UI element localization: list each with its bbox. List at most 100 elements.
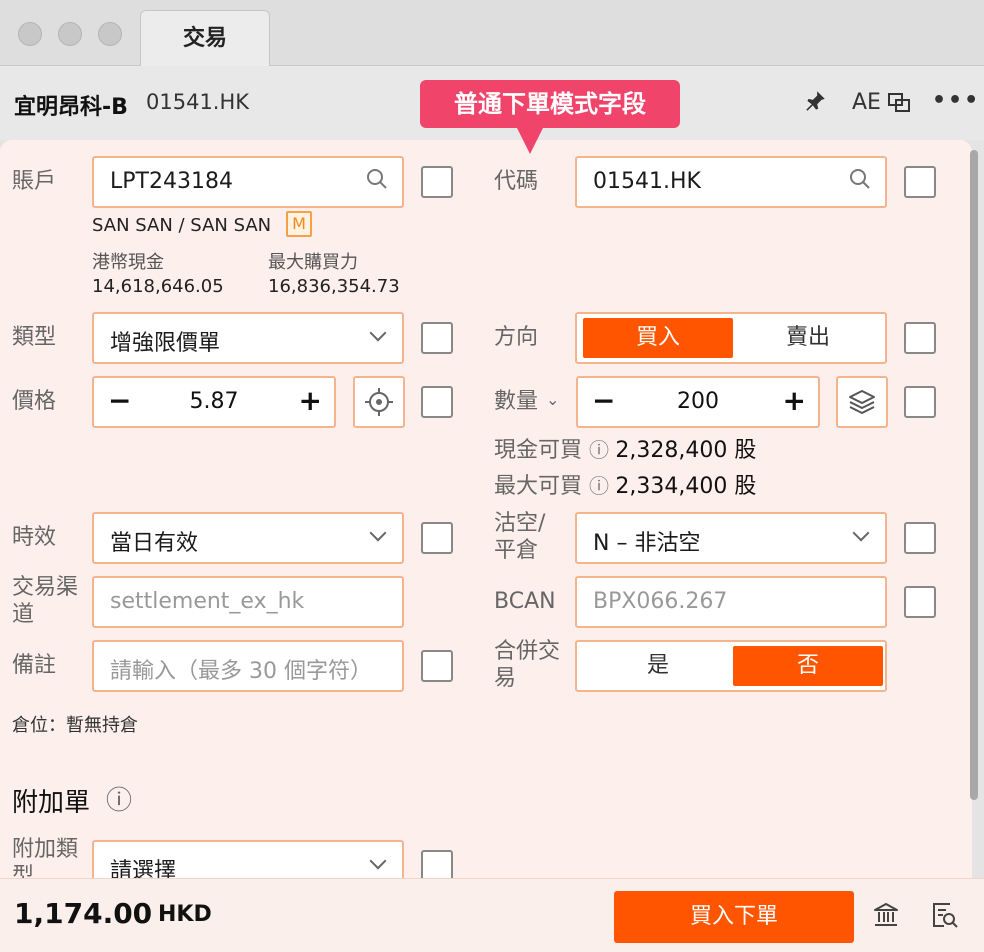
cash-buyable-value: 2,328,400 股 xyxy=(615,438,757,463)
tooltip-tail xyxy=(516,126,544,154)
chevron-down-icon xyxy=(369,852,387,870)
buy-option[interactable]: 買入 xyxy=(583,318,733,358)
ae-label: AE xyxy=(852,90,881,115)
cash-buyable-label: 現金可買 xyxy=(494,438,583,463)
direction-label: 方向 xyxy=(494,325,539,350)
channel-label-line2: 道 xyxy=(12,602,35,627)
info-icon[interactable]: ⓘ xyxy=(589,474,615,498)
account-label: 賬戶 xyxy=(12,169,57,194)
layers-button[interactable] xyxy=(836,376,888,428)
max-buyable-label: 最大可買 xyxy=(494,474,583,499)
combine-toggle: 是 否 xyxy=(575,640,887,692)
hkd-cash-label: 港幣現金 xyxy=(92,252,164,273)
code-checkbox[interactable] xyxy=(904,166,936,198)
max-buyable-value: 2,334,400 股 xyxy=(615,474,757,499)
remarks-checkbox[interactable] xyxy=(421,650,453,682)
stock-name: 宜明昂科-B xyxy=(14,95,128,120)
channel-value: settlement_ex_hk xyxy=(110,589,305,614)
code-field[interactable]: 01541.HK xyxy=(575,156,887,208)
order-mode-tooltip: 普通下單模式字段 xyxy=(420,80,680,128)
short-sell-checkbox[interactable] xyxy=(904,522,936,554)
sell-option[interactable]: 賣出 xyxy=(733,318,883,358)
cash-buyable-line: 現金可買 ⓘ 2,328,400 股 xyxy=(494,432,756,464)
minimize-window-button[interactable] xyxy=(58,22,82,46)
bcan-label: BCAN xyxy=(494,589,556,614)
quantity-checkbox[interactable] xyxy=(904,386,936,418)
combine-label-line1: 合併交 xyxy=(494,639,561,664)
margin-badge: M xyxy=(286,211,312,237)
hkd-cash-value: 14,618,646.05 xyxy=(92,276,224,297)
title-bar: 交易 xyxy=(0,0,984,67)
combine-label-line2: 易 xyxy=(494,666,517,691)
attached-type-label-line1: 附加類 xyxy=(12,837,79,862)
search-icon[interactable] xyxy=(366,168,388,196)
code-label: 代碼 xyxy=(494,169,539,194)
close-window-button[interactable] xyxy=(18,22,42,46)
order-type-value: 增強限價單 xyxy=(110,331,221,356)
direction-checkbox[interactable] xyxy=(904,322,936,354)
account-holder: SAN SAN / SAN SAN xyxy=(92,215,272,236)
account-checkbox[interactable] xyxy=(421,166,453,198)
max-buying-power-label: 最大購買力 xyxy=(268,252,358,273)
zoom-window-button[interactable] xyxy=(98,22,122,46)
scrollbar[interactable] xyxy=(970,150,978,800)
price-checkbox[interactable] xyxy=(421,386,453,418)
validity-select[interactable]: 當日有效 xyxy=(92,512,404,564)
account-value: LPT243184 xyxy=(110,169,233,194)
price-increment-button[interactable]: + xyxy=(299,384,322,417)
quantity-increment-button[interactable]: + xyxy=(783,384,806,417)
order-type-checkbox[interactable] xyxy=(421,322,453,354)
order-search-icon[interactable] xyxy=(930,901,958,936)
max-buying-power-value: 16,836,354.73 xyxy=(268,276,400,297)
layers-icon xyxy=(849,390,875,414)
bcan-field[interactable]: BPX066.267 xyxy=(575,576,887,628)
search-icon[interactable] xyxy=(849,168,871,196)
stock-code: 01541.HK xyxy=(146,90,250,114)
quantity-stepper[interactable]: − 200 + xyxy=(576,376,820,428)
remarks-label: 備註 xyxy=(12,653,57,678)
quantity-label[interactable]: 數量 xyxy=(494,388,538,415)
order-type-label: 類型 xyxy=(12,325,57,350)
remarks-input[interactable]: 請輸入（最多 30 個字符） xyxy=(92,640,404,692)
window-copy-icon[interactable] xyxy=(887,92,911,120)
account-field[interactable]: LPT243184 xyxy=(92,156,404,208)
crosshair-icon xyxy=(365,388,393,416)
info-icon[interactable]: ⓘ xyxy=(106,780,132,817)
combine-no-option[interactable]: 否 xyxy=(733,646,883,686)
submit-buy-button[interactable]: 買入下單 xyxy=(614,891,854,943)
bank-icon[interactable] xyxy=(872,901,900,936)
attached-order-title: 附加單 xyxy=(12,788,91,818)
short-sell-select[interactable]: N – 非沽空 xyxy=(575,512,887,564)
validity-value: 當日有效 xyxy=(110,531,199,556)
chevron-down-icon xyxy=(369,324,387,342)
chevron-down-icon xyxy=(852,524,870,542)
order-currency: HKD xyxy=(158,902,212,927)
validity-label: 時效 xyxy=(12,525,57,550)
info-icon[interactable]: ⓘ xyxy=(589,438,615,462)
order-total: 1,174.00 xyxy=(14,897,153,930)
channel-field[interactable]: settlement_ex_hk xyxy=(92,576,404,628)
pin-icon[interactable] xyxy=(802,88,828,120)
price-stepper[interactable]: − 5.87 + xyxy=(92,376,336,428)
short-sell-label-line1: 沽空/ xyxy=(494,511,546,536)
validity-checkbox[interactable] xyxy=(421,522,453,554)
more-icon[interactable]: ••• xyxy=(932,88,980,113)
short-sell-value: N – 非沽空 xyxy=(593,531,701,556)
direction-toggle: 買入 賣出 xyxy=(575,312,887,364)
price-label: 價格 xyxy=(12,389,57,414)
chevron-down-icon xyxy=(369,524,387,542)
quantity-chevron-icon[interactable]: ⌄ xyxy=(546,386,559,413)
bcan-checkbox[interactable] xyxy=(904,586,936,618)
code-value: 01541.HK xyxy=(593,169,701,194)
combine-yes-option[interactable]: 是 xyxy=(583,646,733,686)
crosshair-button[interactable] xyxy=(353,376,405,428)
channel-label-line1: 交易渠 xyxy=(12,575,79,600)
order-type-select[interactable]: 增強限價單 xyxy=(92,312,404,364)
remarks-placeholder: 請輸入（最多 30 個字符） xyxy=(110,659,372,684)
tab-trade[interactable]: 交易 xyxy=(140,10,270,67)
position-text: 倉位：暫無持倉 xyxy=(12,715,138,736)
max-buyable-line: 最大可買 ⓘ 2,334,400 股 xyxy=(494,468,756,500)
bcan-value: BPX066.267 xyxy=(593,589,728,614)
short-sell-label-line2: 平倉 xyxy=(494,538,539,563)
order-footer: 1,174.00 HKD 買入下單 xyxy=(0,878,984,952)
